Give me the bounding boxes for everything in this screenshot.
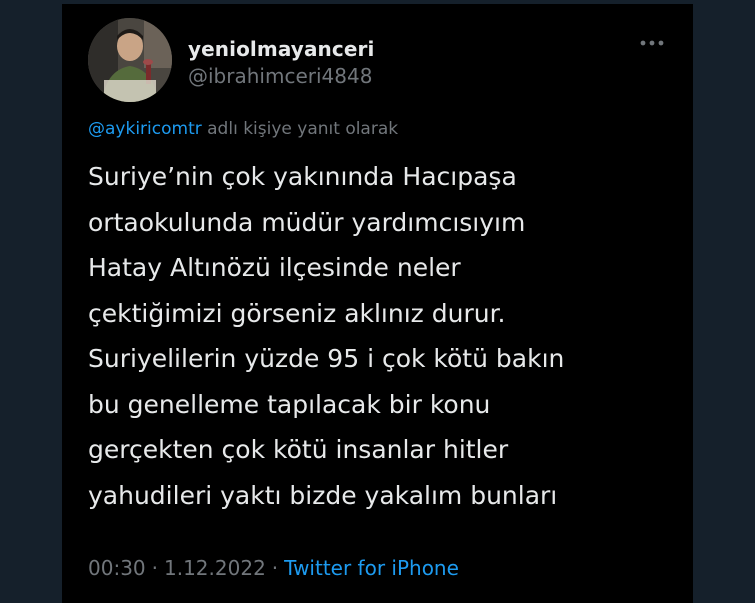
tweet-text-line: çektiğimizi görseniz aklınız durur. bbox=[88, 298, 506, 328]
reply-context: @aykiricomtr adlı kişiye yanıt olarak bbox=[88, 119, 398, 139]
page-background: yeniolmayanceri @ibrahimceri4848 @aykiri… bbox=[0, 0, 755, 603]
reply-context-label: adlı kişiye yanıt olarak bbox=[201, 119, 399, 139]
tweet-text-line: Suriye’nin çok yakınında Hacıpaşa bbox=[88, 162, 517, 191]
tweet-metadata: 00:30 · 1.12.2022 · Twitter for iPhone bbox=[88, 556, 459, 580]
tweet-text-line: bu genelleme tapılacak bir konu bbox=[88, 389, 491, 419]
meta-separator: · bbox=[271, 556, 279, 580]
tweet-text-line: gerçekten çok kötü insanlar hitler bbox=[88, 435, 509, 464]
meta-separator: · bbox=[151, 556, 158, 580]
reply-mention-link[interactable]: @aykiricomtr bbox=[88, 119, 202, 139]
display-name[interactable]: yeniolmayanceri bbox=[188, 37, 374, 61]
tweet-text-line: Suriyelilerin yüzde 95 i çok kötü bakın bbox=[88, 344, 565, 373]
tweet-card: yeniolmayanceri @ibrahimceri4848 @aykiri… bbox=[62, 4, 693, 603]
avatar-photo bbox=[88, 18, 172, 102]
tweet-time[interactable]: 00:30 bbox=[88, 556, 146, 580]
user-handle[interactable]: @ibrahimceri4848 bbox=[188, 64, 372, 88]
tweet-date[interactable]: 1.12.2022 bbox=[164, 556, 266, 580]
avatar[interactable] bbox=[88, 18, 172, 102]
tweet-text-line: yahudileri yaktı bizde yakalım bunları bbox=[88, 480, 558, 510]
tweet-text-line: ortaokulunda müdür yardımcısıyım bbox=[88, 207, 526, 237]
tweet-text: Suriye’nin çok yakınında Hacıpaşa ortaok… bbox=[88, 154, 678, 518]
more-dots-icon[interactable] bbox=[638, 36, 666, 50]
tweet-source-link[interactable]: Twitter for iPhone bbox=[284, 556, 459, 580]
tweet-text-line: Hatay Altınözü ilçesinde neler bbox=[88, 253, 461, 282]
